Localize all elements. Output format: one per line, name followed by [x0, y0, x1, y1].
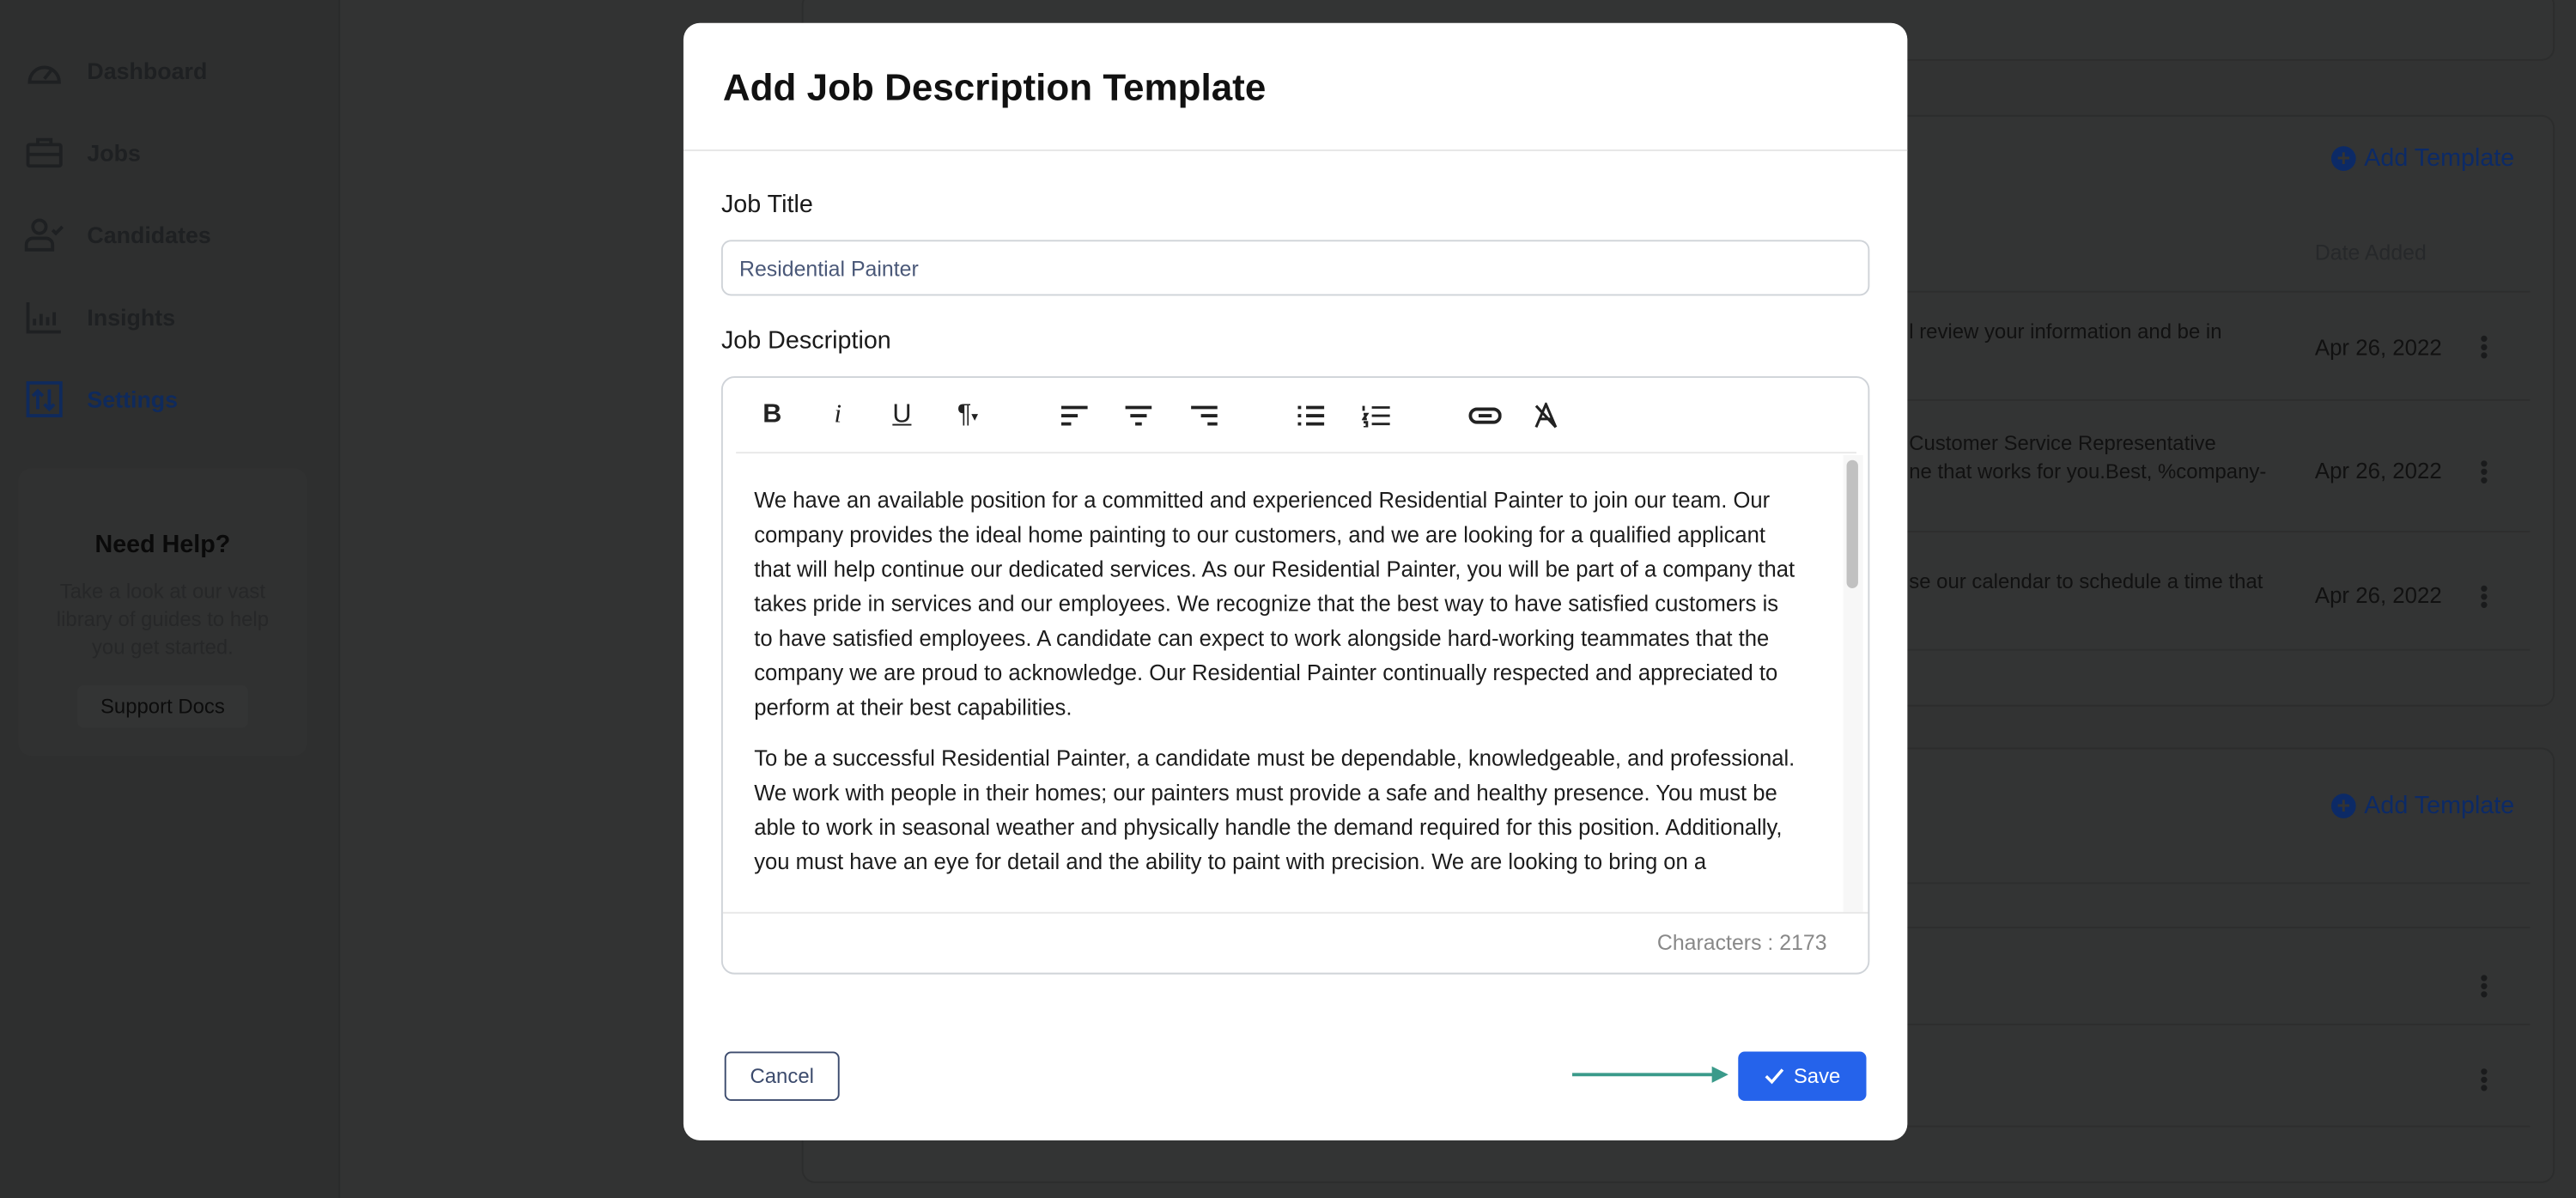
sidebar-item-label: Dashboard: [87, 57, 208, 84]
briefcase-icon: [26, 137, 63, 168]
sidebar-item-settings[interactable]: Settings: [25, 380, 179, 417]
modal-title: Add Job Description Template: [722, 65, 1267, 109]
job-description-label: Job Description: [720, 326, 891, 356]
bullet-list-icon[interactable]: [1293, 398, 1329, 434]
support-docs-button[interactable]: Support Docs: [77, 684, 248, 728]
character-count: Characters : 2173: [1656, 929, 1827, 955]
editor-content[interactable]: We have an available position for a comm…: [754, 483, 1838, 896]
description-paragraph: To be a successful Residential Painter, …: [754, 741, 1838, 879]
row-text: se our calendar to schedule a time that: [1909, 569, 2263, 593]
divider: [1905, 882, 2530, 885]
sliders-icon: [26, 380, 63, 417]
date-added-header: Date Added: [2314, 240, 2427, 265]
description-line: To be a successful Residential Painter, …: [754, 745, 1795, 771]
kebab-menu-icon[interactable]: • • •: [2479, 452, 2488, 491]
gauge-icon: [27, 65, 61, 84]
divider: [1905, 1125, 2530, 1128]
description-line: perform at their best capabilities.: [754, 695, 1072, 721]
sidebar-item-insights[interactable]: Insights: [25, 299, 175, 335]
sidebar-item-label: Settings: [87, 386, 179, 413]
cancel-label: Cancel: [750, 1064, 814, 1088]
row-date: Apr 26, 2022: [2314, 583, 2442, 608]
divider: [1905, 530, 2530, 532]
bar-chart-icon: [26, 302, 61, 334]
help-text: Take a look at our vast library of guide…: [56, 580, 270, 660]
sidebar-item-jobs[interactable]: Jobs: [25, 135, 141, 171]
align-center-icon[interactable]: [1121, 398, 1157, 434]
add-template-label: Add Template: [2364, 792, 2515, 820]
numbered-list-icon[interactable]: [1358, 398, 1394, 434]
divider: [1905, 290, 2530, 293]
scrollbar-thumb[interactable]: [1846, 459, 1858, 588]
align-left-icon[interactable]: [1056, 398, 1092, 434]
underline-icon[interactable]: U: [884, 398, 920, 434]
plus-circle-icon: +: [2330, 145, 2356, 171]
check-icon: [1765, 1068, 1783, 1085]
divider: [1905, 927, 2530, 929]
sidebar-item-candidates[interactable]: Candidates: [24, 217, 211, 253]
user-check-icon: [24, 218, 64, 252]
description-line: company we are proud to acknowledge. Our…: [754, 660, 1778, 685]
sidebar-item-label: Insights: [87, 303, 176, 331]
arrow-annotation: [1572, 1066, 1728, 1083]
help-title: Need Help?: [94, 530, 231, 559]
sidebar: Dashboard Jobs Candidates Insights Setti…: [0, 0, 341, 1198]
align-right-icon[interactable]: [1186, 398, 1222, 434]
description-line: We have an available position for a comm…: [754, 488, 1771, 513]
divider: [1905, 648, 2530, 651]
plus-circle-icon: +: [2330, 793, 2356, 818]
description-line: that will help continue our dedicated se…: [754, 556, 1795, 582]
description-line: company provides the ideal home painting…: [754, 522, 1766, 548]
scrollbar[interactable]: [1843, 454, 1863, 912]
sidebar-item-label: Jobs: [87, 139, 141, 167]
kebab-menu-icon[interactable]: • • •: [2479, 1060, 2488, 1099]
row-text: l review your information and be in: [1909, 320, 2222, 344]
description-line: able to work in seasonal weather and phy…: [754, 814, 1783, 840]
kebab-menu-icon[interactable]: • • •: [2479, 966, 2488, 1006]
divider: [683, 149, 1908, 152]
row-date: Apr 26, 2022: [2314, 335, 2442, 361]
sidebar-item-label: Candidates: [87, 222, 211, 248]
row-date: Apr 26, 2022: [2314, 458, 2442, 483]
help-card: Need Help? Take a look at our vast libra…: [18, 468, 307, 757]
kebab-menu-icon[interactable]: • • •: [2479, 577, 2488, 617]
row-text: ne that works for you.Best, %company-: [1909, 459, 2267, 483]
save-label: Save: [1793, 1064, 1841, 1088]
add-template-button[interactable]: + Add Template: [2330, 144, 2515, 173]
add-template-label: Add Template: [2364, 144, 2515, 173]
description-line: to have satisfied employees. A candidate…: [754, 625, 1770, 651]
add-template-modal: Add Job Description Template Job Title J…: [683, 22, 1908, 1140]
divider: [722, 911, 1868, 914]
description-line: We work with people in their homes; our …: [754, 780, 1777, 806]
divider: [1905, 398, 2530, 401]
italic-icon[interactable]: i: [820, 398, 856, 434]
bold-icon[interactable]: B: [754, 398, 790, 434]
link-icon[interactable]: [1467, 398, 1504, 434]
job-title-label: Job Title: [720, 190, 813, 219]
cancel-button[interactable]: Cancel: [724, 1051, 840, 1101]
add-template-button[interactable]: + Add Template: [2330, 792, 2515, 820]
description-paragraph: We have an available position for a comm…: [754, 483, 1838, 725]
job-title-input[interactable]: [720, 240, 1870, 296]
row-text: Customer Service Representative: [1909, 432, 2216, 455]
rich-text-editor: B i U ¶ ▾ We have an available position f…: [720, 376, 1870, 975]
description-line: takes pride in services and our employee…: [754, 591, 1779, 617]
divider: [1905, 1023, 2530, 1025]
kebab-menu-icon[interactable]: • • •: [2479, 327, 2488, 367]
save-button[interactable]: Save: [1738, 1051, 1867, 1101]
divider: [736, 452, 1857, 454]
clear-format-icon[interactable]: [1528, 398, 1564, 434]
paragraph-icon[interactable]: ¶ ▾: [943, 398, 992, 434]
description-line: you must have an eye for detail and the …: [754, 849, 1707, 874]
sidebar-item-dashboard[interactable]: Dashboard: [25, 52, 208, 88]
